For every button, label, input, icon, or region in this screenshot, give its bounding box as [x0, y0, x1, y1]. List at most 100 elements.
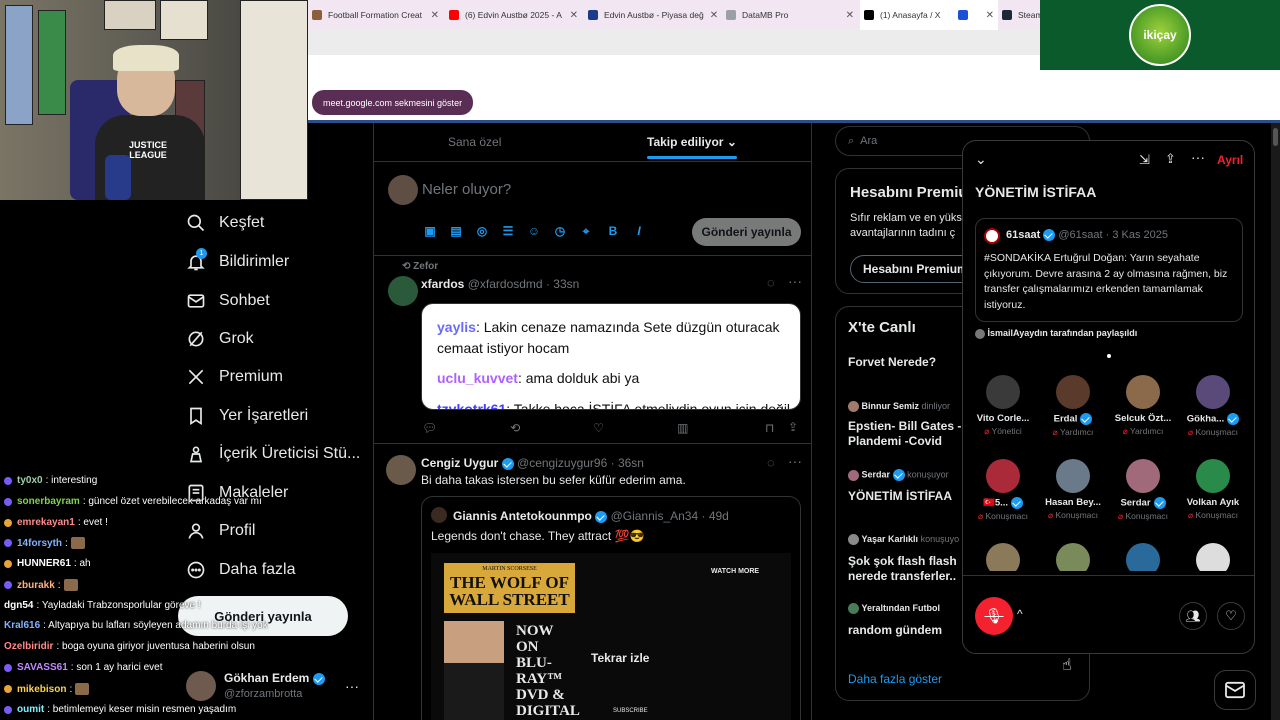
bookmark-icon[interactable]: ⊓ — [765, 421, 774, 435]
live-item-title[interactable]: YÖNETİM İSTİFAA — [848, 489, 952, 503]
replay-button[interactable]: Tekrar izle — [591, 651, 649, 665]
close-icon[interactable]: ✕ — [840, 10, 854, 21]
emoji-icon[interactable]: ☺ — [527, 224, 541, 238]
bold-icon[interactable]: B — [606, 224, 620, 238]
nav-more[interactable]: Daha fazla — [186, 555, 296, 585]
leave-button[interactable]: Ayrıl — [1217, 153, 1243, 167]
wall-poster — [240, 0, 308, 200]
browser-tab[interactable]: (6) Edvin Austbø 2025 - A ✕ — [445, 0, 582, 30]
meet-tab-popup[interactable]: meet.google.com sekmesini göster — [312, 90, 474, 115]
tab-for-you[interactable]: Sana özel — [448, 135, 501, 149]
grok-icon[interactable]: ◎ — [475, 224, 489, 238]
live-item-title[interactable]: random gündem — [848, 623, 942, 637]
gif-icon[interactable]: ▤ — [449, 224, 463, 238]
quote-tweet[interactable]: Giannis Antetokounmpo @Giannis_An34 · 49… — [421, 496, 801, 720]
nav-explore[interactable]: Keşfet — [186, 208, 264, 238]
chat-text: : Altyapıya bu lafları söyleyen adamın b… — [43, 620, 268, 631]
close-icon[interactable]: ✕ — [425, 10, 439, 21]
views-icon[interactable]: ▥ — [677, 421, 688, 435]
nav-label: Bildirimler — [219, 253, 290, 270]
space-participant[interactable]: Vito Corle... ⌀ Yönetici — [969, 375, 1037, 437]
browser-tab[interactable]: Steam — [998, 0, 1040, 30]
chevron-up-icon[interactable]: ^ — [1017, 607, 1023, 621]
collapse-icon[interactable]: ⌄ — [975, 151, 987, 168]
scrollbar[interactable] — [1271, 123, 1280, 720]
browser-tab[interactable]: Edvin Austbø - Piyasa değ ✕ — [584, 0, 720, 30]
space-participant[interactable] — [969, 543, 1037, 571]
more-dots-icon[interactable]: ··· — [788, 453, 802, 469]
minimize-icon[interactable]: ⇲ — [1139, 152, 1150, 168]
tweet-author[interactable]: Cengiz Uygur — [421, 456, 498, 470]
share-icon[interactable]: ⇪ — [1165, 151, 1176, 167]
tweet-handle[interactable]: @xfardosdmd — [468, 277, 543, 291]
close-icon[interactable]: ✕ — [564, 10, 578, 21]
post-button[interactable]: Gönderi yayınla — [692, 218, 801, 246]
scrollbar-thumb[interactable] — [1273, 128, 1278, 146]
browser-tab[interactable]: ✕ — [954, 0, 998, 30]
more-dots-icon[interactable]: ··· — [788, 273, 802, 289]
nav-bookmarks[interactable]: Yer İşaretleri — [186, 401, 308, 431]
composer-input[interactable]: Neler oluyor? — [422, 181, 511, 198]
space-participant[interactable]: Hasan Bey... ⌀ Konuşmacı — [1039, 459, 1107, 521]
nav-chat[interactable]: Sohbet — [186, 286, 270, 316]
schedule-icon[interactable]: ◷ — [553, 224, 567, 238]
quote-text: Legends don't chase. They attract 💯😎 — [431, 529, 645, 543]
tab-following[interactable]: Takip ediliyor ⌄ — [647, 135, 737, 149]
nav-creator-studio[interactable]: İçerik Üreticisi Stü... — [186, 439, 360, 469]
profile-name-row[interactable]: Gökhan Erdem — [224, 671, 325, 685]
italic-icon[interactable]: I — [632, 224, 646, 238]
retweet-icon[interactable]: ⟲ — [510, 421, 520, 435]
browser-tab-active[interactable]: (1) Anasayfa / X — [860, 0, 954, 30]
browser-tab[interactable]: Football Formation Creat ✕ — [308, 0, 443, 30]
space-participant[interactable]: 🇹🇷5... ⌀ Konuşmacı — [969, 459, 1037, 522]
close-icon[interactable]: ✕ — [704, 10, 718, 21]
tweet-handle[interactable]: @cengizuygur96 — [517, 456, 607, 470]
nav-grok[interactable]: Grok — [186, 324, 254, 354]
nav-profile[interactable]: Profil — [186, 516, 255, 546]
space-participant[interactable]: Erdal ⌀ Yardımcı — [1039, 375, 1107, 438]
space-participant[interactable]: Volkan Ayık ⌀ Konuşmacı — [1179, 459, 1247, 521]
nav-premium[interactable]: Premium — [186, 362, 283, 392]
emote-icon — [63, 579, 78, 591]
space-participant[interactable] — [1109, 543, 1177, 571]
mic-muted-button[interactable]: 🎙︎ — [975, 597, 1013, 635]
grok-icon[interactable]: ◌ — [767, 455, 775, 470]
address-bar[interactable] — [308, 30, 1040, 55]
tab-favicon-icon — [588, 10, 598, 20]
space-participant[interactable]: Selcuk Özt... ⌀ Yardımcı — [1109, 375, 1177, 437]
people-icon[interactable]: 👥︎ — [1179, 602, 1207, 630]
location-icon[interactable]: ⌖ — [579, 224, 593, 238]
browser-tab[interactable]: DataMB Pro ✕ — [722, 0, 858, 30]
tab-label: DataMB Pro — [742, 10, 789, 20]
space-participant[interactable] — [1039, 543, 1107, 571]
image-icon[interactable]: ▣ — [423, 224, 437, 238]
more-dots-icon[interactable]: ··· — [345, 678, 359, 694]
participant-name-text: Hasan Bey... — [1045, 497, 1101, 508]
poll-icon[interactable]: ☰ — [501, 224, 515, 238]
share-icon[interactable]: ⇪ — [788, 420, 798, 434]
avatar[interactable] — [186, 671, 216, 701]
live-item-title[interactable]: Şok şok flash flash nerede transferler.. — [848, 554, 963, 584]
video-player[interactable]: MARTIN SCORSESE THE WOLF OF WALL STREET … — [431, 553, 791, 720]
space-participant[interactable]: Serdar ⌀ Konuşmacı — [1109, 459, 1177, 522]
tweet-author[interactable]: xfardos — [421, 277, 464, 291]
tweet-time[interactable]: 33sn — [553, 277, 579, 291]
space-participant[interactable] — [1179, 543, 1247, 571]
more-dots-icon[interactable]: ··· — [1191, 149, 1205, 165]
watch-more-link[interactable]: WATCH MORE — [711, 568, 759, 575]
avatar[interactable] — [386, 455, 416, 485]
live-item-title[interactable]: Forvet Nerede? — [848, 355, 936, 369]
close-icon[interactable]: ✕ — [980, 10, 994, 21]
tweet-time[interactable]: 36sn — [618, 456, 644, 470]
live-item-title[interactable]: Epstien- Bill Gates - Plandemi -Covid Aş… — [848, 419, 973, 449]
messages-button[interactable] — [1214, 670, 1256, 710]
show-more-link[interactable]: Daha fazla göster — [848, 672, 942, 686]
tab-label: Football Formation Creat — [328, 10, 423, 20]
pinned-post[interactable]: 61saat @61saat · 3 Kas 2025 #SONDAKİKA E… — [975, 218, 1243, 322]
reaction-heart-icon[interactable]: ♡ — [1217, 602, 1245, 630]
reply-icon[interactable]: 💬︎ — [422, 421, 437, 435]
grok-icon[interactable]: ◌ — [767, 275, 775, 290]
like-icon[interactable]: ♡ — [593, 421, 604, 435]
avatar[interactable] — [388, 276, 418, 306]
space-participant[interactable]: Gökha... ⌀ Konuşmacı — [1179, 375, 1247, 438]
